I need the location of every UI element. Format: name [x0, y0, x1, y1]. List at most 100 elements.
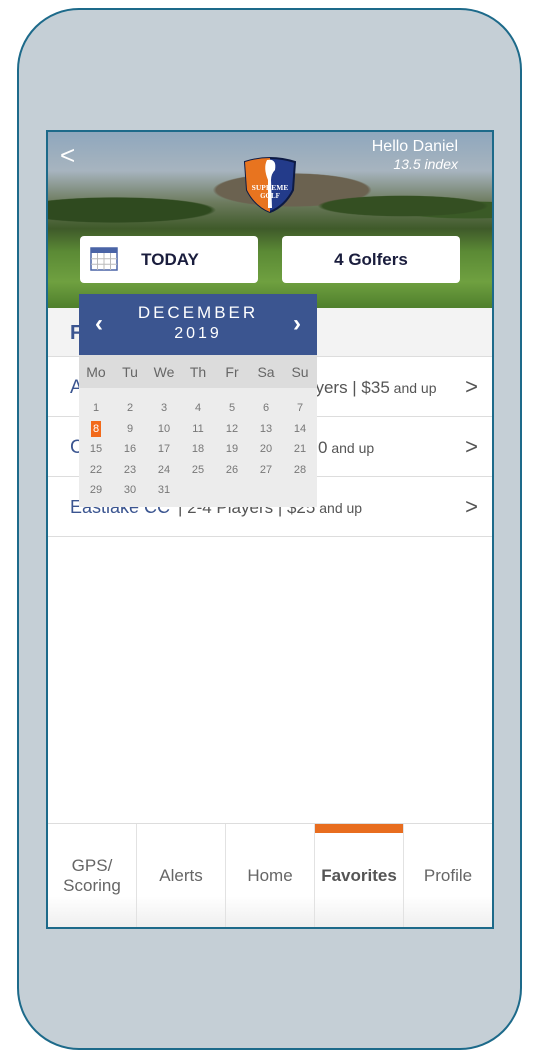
calendar-day[interactable]: 2: [113, 398, 147, 419]
day-number: 24: [157, 463, 171, 476]
course-suffix: and up: [315, 500, 363, 516]
calendar-header: ‹ DECEMBER 2019 ›: [79, 294, 317, 355]
weekday-label: Tu: [122, 363, 138, 380]
calendar-day[interactable]: 7: [283, 398, 317, 419]
calendar-day[interactable]: 13: [249, 419, 283, 440]
day-number: 3: [160, 402, 168, 414]
day-number: 26: [225, 463, 239, 476]
day-number: 27: [259, 463, 273, 476]
day-number: 5: [228, 402, 236, 414]
weekday-row: Mo Tu We Th Fr Sa Su: [79, 355, 317, 388]
day-number: 21: [293, 443, 307, 456]
day-number: 12: [225, 422, 239, 435]
calendar-day[interactable]: 31: [147, 480, 181, 501]
day-number: 16: [123, 443, 137, 456]
weekday-label: Fr: [225, 363, 239, 380]
svg-text:SUPREME: SUPREME: [252, 183, 289, 192]
supreme-golf-logo: SUPREME GOLF: [243, 157, 297, 214]
chevron-right-icon: >: [465, 434, 478, 459]
day-number: 2: [126, 402, 134, 414]
calendar-day[interactable]: 16: [113, 439, 147, 460]
day-number: 17: [157, 443, 171, 456]
calendar-day[interactable]: 18: [181, 439, 215, 460]
calendar-day[interactable]: 23: [113, 460, 147, 481]
day-number: 31: [157, 484, 171, 497]
calendar-day[interactable]: 1: [79, 398, 113, 419]
calendar-day[interactable]: 29: [79, 480, 113, 501]
calendar-day[interactable]: 12: [215, 419, 249, 440]
course-suffix: and up: [327, 440, 375, 456]
day-number: 10: [157, 422, 171, 435]
tab-label: Profile: [423, 865, 473, 885]
day-number: 20: [259, 443, 273, 456]
day-number: 18: [191, 443, 205, 456]
chevron-right-icon: >: [465, 374, 478, 399]
calendar-day[interactable]: 17: [147, 439, 181, 460]
date-button[interactable]: TODAY: [80, 236, 258, 283]
bottom-tab-bar: GPS/ Scoring Alerts Home Favorites Profile: [48, 823, 492, 927]
day-number: 13: [259, 422, 273, 435]
calendar-day[interactable]: 27: [249, 460, 283, 481]
calendar-year: 2019: [174, 325, 222, 342]
calendar-day[interactable]: 28: [283, 460, 317, 481]
weekday-label: We: [153, 363, 175, 380]
weekday-label: Sa: [257, 363, 275, 380]
day-number: 9: [126, 422, 134, 435]
day-number: 4: [194, 402, 202, 414]
tab-label: GPS/ Scoring: [63, 855, 121, 895]
tab-home[interactable]: Home: [226, 824, 315, 927]
weekday-label: Th: [189, 363, 207, 380]
calendar-day[interactable]: 14: [283, 419, 317, 440]
day-grid: 1 2 3 4 5 6 7 8 9 10 11 12 13 14 15 16 17 18 19 20 21 22 23 24 2…: [79, 388, 317, 501]
app-screen: < SUPREME GOLF Hello Daniel 13.5 index T…: [46, 130, 494, 929]
golfers-button[interactable]: 4 Golfers: [282, 236, 460, 283]
calendar-day[interactable]: 8: [79, 419, 113, 440]
next-month-button[interactable]: ›: [293, 310, 301, 338]
day-number: 7: [296, 402, 304, 414]
calendar-day[interactable]: 21: [283, 439, 317, 460]
calendar-day[interactable]: 11: [181, 419, 215, 440]
prev-month-button[interactable]: ‹: [95, 310, 103, 338]
calendar-day[interactable]: 10: [147, 419, 181, 440]
calendar-icon: [90, 247, 118, 271]
date-label: TODAY: [141, 249, 199, 269]
handicap-index: 13.5 index: [393, 156, 458, 172]
calendar-month: DECEMBER: [137, 303, 259, 322]
calendar-day[interactable]: 19: [215, 439, 249, 460]
calendar-day[interactable]: 6: [249, 398, 283, 419]
day-number: 25: [191, 463, 205, 476]
calendar-day[interactable]: 30: [113, 480, 147, 501]
day-number: 28: [293, 463, 307, 476]
date-picker: ‹ DECEMBER 2019 › Mo Tu We Th Fr Sa Su 1234567…: [79, 294, 317, 507]
calendar-day[interactable]: 3: [147, 398, 181, 419]
calendar-day[interactable]: 15: [79, 439, 113, 460]
tab-profile[interactable]: Profile: [404, 824, 492, 927]
greeting: Hello Daniel: [371, 138, 458, 155]
day-number: 30: [123, 484, 137, 497]
tab-label: Favorites: [321, 865, 397, 885]
day-number: 23: [123, 463, 137, 476]
calendar-day[interactable]: 24: [147, 460, 181, 481]
tab-favorites[interactable]: Favorites: [315, 824, 404, 927]
calendar-day[interactable]: 9: [113, 419, 147, 440]
day-number: 14: [293, 422, 307, 435]
calendar-day[interactable]: 26: [215, 460, 249, 481]
calendar-day[interactable]: 20: [249, 439, 283, 460]
weekday-label: Mo: [86, 363, 106, 380]
day-number: 8: [90, 420, 102, 437]
day-number: 15: [89, 443, 103, 456]
calendar-day[interactable]: 5: [215, 398, 249, 419]
calendar-day[interactable]: 25: [181, 460, 215, 481]
day-number: 6: [262, 402, 270, 414]
day-number: 19: [225, 443, 239, 456]
calendar-day[interactable]: 4: [181, 398, 215, 419]
tab-alerts[interactable]: Alerts: [137, 824, 226, 927]
tab-gps-scoring[interactable]: GPS/ Scoring: [48, 824, 137, 927]
calendar-day[interactable]: 22: [79, 460, 113, 481]
course-suffix: and up: [389, 380, 437, 396]
day-number: 29: [89, 484, 103, 497]
tab-label: Alerts: [159, 865, 203, 885]
day-number: 22: [89, 463, 103, 476]
day-number: 11: [192, 422, 204, 435]
back-button[interactable]: <: [60, 140, 75, 171]
